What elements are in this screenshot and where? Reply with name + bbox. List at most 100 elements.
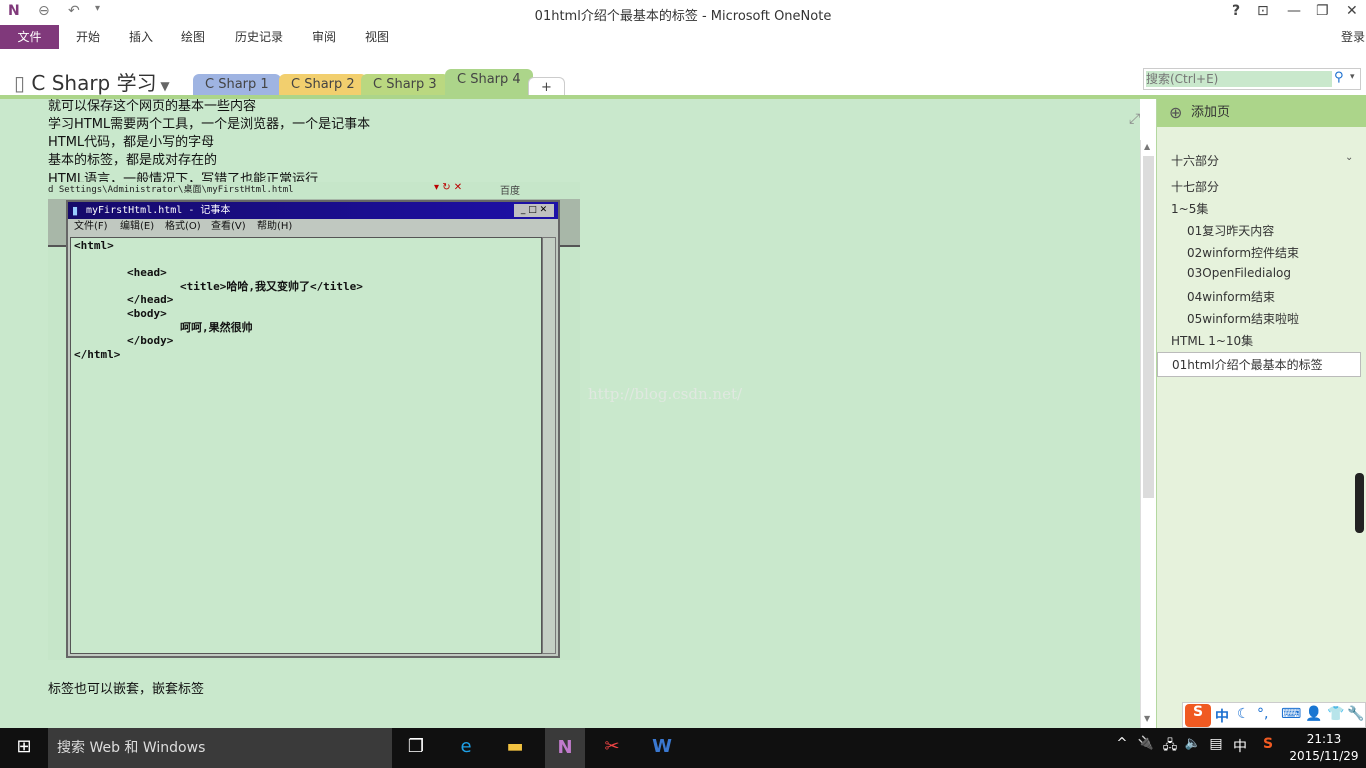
tab-history[interactable]: 历史记录 bbox=[235, 25, 283, 49]
taskbar-search[interactable]: 搜索 Web 和 Windows bbox=[48, 728, 392, 768]
watermark: http://blog.csdn.net/ bbox=[588, 385, 743, 403]
onenote-taskbar-icon[interactable]: N bbox=[545, 728, 585, 768]
notebook-icon: ▯ bbox=[14, 71, 32, 95]
keyboard-icon[interactable]: ⌨ bbox=[1281, 706, 1301, 722]
minimize-icon[interactable]: — bbox=[1287, 3, 1301, 19]
page-item[interactable]: 01复习昨天内容 bbox=[1187, 222, 1274, 239]
section-tab-4[interactable]: C Sharp 4 bbox=[445, 69, 533, 96]
notepad-menu-view: 查看(V) bbox=[211, 221, 246, 232]
notepad-title: myFirstHtml.html - 记事本 bbox=[68, 202, 558, 219]
fullscreen-icon[interactable]: ⊡ bbox=[1257, 3, 1269, 19]
page-item[interactable]: 05winform结束啦啦 bbox=[1187, 310, 1299, 327]
notepad-menu-help: 帮助(H) bbox=[257, 221, 293, 232]
sogou-tray-icon[interactable]: S bbox=[1256, 736, 1280, 760]
page-item[interactable]: 十七部分 bbox=[1171, 178, 1219, 195]
search-icon[interactable]: ⚲ bbox=[1334, 70, 1344, 85]
scroll-thumb[interactable] bbox=[1143, 156, 1154, 498]
moon-icon[interactable]: ☾ bbox=[1237, 706, 1250, 722]
note-line: 基本的标签，都是成对存在的 bbox=[48, 153, 218, 168]
notepad-scrollbar bbox=[542, 237, 556, 654]
scroll-up-icon[interactable]: ▲ bbox=[1144, 142, 1150, 151]
help-button[interactable]: ? bbox=[1232, 3, 1240, 19]
ime-toolbar: S 中 ☾ °, ⌨ 👤 👕 🔧 bbox=[1182, 702, 1366, 728]
add-page-label: 添加页 bbox=[1191, 105, 1231, 120]
search-input[interactable] bbox=[1146, 71, 1332, 87]
expand-icon[interactable]: ⤢ bbox=[1129, 111, 1140, 127]
notebook-selector[interactable]: ▯ C Sharp 学习 ▼ bbox=[14, 67, 170, 96]
section-tab-1[interactable]: C Sharp 1 bbox=[193, 74, 281, 96]
volume-icon[interactable]: 🔈 bbox=[1181, 736, 1205, 760]
notebook-bar: ▯ C Sharp 学习 ▼ C Sharp 1 C Sharp 2 C Sha… bbox=[0, 49, 1366, 97]
notepad-menu-edit: 编辑(E) bbox=[120, 221, 155, 232]
page-item[interactable]: 04winform结束 bbox=[1187, 288, 1275, 305]
tab-view[interactable]: 视图 bbox=[365, 25, 389, 49]
section-tab-3[interactable]: C Sharp 3 bbox=[361, 74, 449, 96]
notepad-menu: 文件(F) 编辑(E) 格式(O) 查看(V) 帮助(H) bbox=[68, 219, 558, 235]
pane-scrollbar[interactable] bbox=[1355, 473, 1364, 533]
word-icon[interactable]: W bbox=[650, 736, 674, 760]
notepad-text: <html> <head> <title>哈哈,我又变帅了</title> </… bbox=[70, 237, 542, 654]
collapse-chevron-icon[interactable]: ⌄ bbox=[1345, 152, 1353, 163]
clock[interactable]: 21:13 2015/11/29 bbox=[1284, 731, 1364, 765]
notebook-name: C Sharp 学习 bbox=[31, 71, 157, 95]
add-page-button[interactable]: ⊕ 添加页 bbox=[1157, 99, 1366, 127]
page-item-selected[interactable]: 01html介绍个最基本的标签 bbox=[1157, 352, 1361, 377]
notepad-menu-format: 格式(O) bbox=[165, 221, 201, 232]
ribbon-tabs: 文件 开始 插入 绘图 历史记录 审阅 视图 登录 bbox=[0, 25, 1366, 49]
sign-in-link[interactable]: 登录 bbox=[1341, 25, 1365, 49]
baidu-label: 百度 bbox=[500, 186, 520, 197]
network-icon[interactable]: 🖧 bbox=[1158, 736, 1182, 760]
page-item[interactable]: HTML 1~10集 bbox=[1171, 332, 1253, 349]
note-canvas[interactable]: 就可以保存这个网页的基本一些内容 学习HTML需要两个工具，一个是浏览器，一个是… bbox=[0, 99, 1140, 728]
plus-circle-icon: ⊕ bbox=[1169, 103, 1183, 122]
window-title: 01html介绍个最基本的标签 - Microsoft OneNote bbox=[534, 9, 832, 24]
wrench-icon[interactable]: 🔧 bbox=[1347, 706, 1364, 722]
power-icon[interactable]: 🔌 bbox=[1134, 736, 1158, 760]
clock-date: 2015/11/29 bbox=[1289, 749, 1359, 763]
note-line: HTML代码，都是小写的字母 bbox=[48, 135, 215, 150]
page-item[interactable]: 十六部分 bbox=[1171, 152, 1219, 169]
close-icon[interactable]: ✕ bbox=[1346, 3, 1358, 19]
action-center-icon[interactable]: ▤ bbox=[1204, 736, 1228, 760]
tab-file[interactable]: 文件 bbox=[0, 25, 59, 49]
note-line: 学习HTML需要两个工具，一个是浏览器，一个是记事本 bbox=[48, 117, 371, 132]
tab-review[interactable]: 审阅 bbox=[312, 25, 336, 49]
page-list-pane: ⊕ 添加页 十六部分 ⌄ 十七部分 1~5集 01复习昨天内容 02winform… bbox=[1156, 99, 1366, 728]
embedded-screenshot[interactable]: d Settings\Administrator\桌面\myFirstHtml.… bbox=[48, 182, 580, 660]
search-box[interactable]: ⚲ ▾ bbox=[1143, 68, 1361, 90]
page-item[interactable]: 02winform控件结束 bbox=[1187, 244, 1299, 261]
tab-draw[interactable]: 绘图 bbox=[181, 25, 205, 49]
clock-time: 21:13 bbox=[1306, 732, 1342, 746]
scroll-down-icon[interactable]: ▼ bbox=[1144, 714, 1150, 723]
show-hidden-icons-icon[interactable]: ^ bbox=[1110, 736, 1134, 760]
input-language[interactable]: 中 bbox=[1228, 736, 1252, 760]
file-explorer-icon[interactable]: ▬ bbox=[503, 736, 527, 760]
notepad-window: myFirstHtml.html - 记事本 ▮ _ □ ✕ 文件(F) 编辑(… bbox=[66, 200, 560, 658]
chevron-down-icon: ▼ bbox=[156, 79, 170, 93]
tab-home[interactable]: 开始 bbox=[76, 25, 100, 49]
skin-icon[interactable]: 👕 bbox=[1327, 706, 1344, 722]
note-line-last: 标签也可以嵌套，嵌套标签 bbox=[48, 682, 205, 697]
edge-icon[interactable]: e bbox=[454, 736, 478, 760]
add-section-button[interactable]: + bbox=[528, 77, 565, 96]
ime-mode[interactable]: 中 bbox=[1215, 706, 1229, 726]
taskbar: ⊞ 搜索 Web 和 Windows ❐ e ▬ N ✂ W ^ 🔌 🖧 🔈 ▤… bbox=[0, 728, 1366, 768]
page-item[interactable]: 1~5集 bbox=[1171, 200, 1208, 217]
task-view-icon[interactable]: ❐ bbox=[404, 736, 428, 760]
punctuation-icon[interactable]: °, bbox=[1257, 706, 1268, 722]
title-bar: N ⊖ ↶ ▾ 01html介绍个最基本的标签 - Microsoft OneN… bbox=[0, 0, 1366, 25]
search-scope-dropdown-icon[interactable]: ▾ bbox=[1350, 72, 1355, 82]
restore-icon[interactable]: ❐ bbox=[1316, 3, 1329, 19]
section-tab-2[interactable]: C Sharp 2 bbox=[279, 74, 367, 96]
app-taskbar-icon[interactable]: ✂ bbox=[600, 736, 624, 760]
notepad-menu-file: 文件(F) bbox=[74, 221, 108, 232]
user-icon[interactable]: 👤 bbox=[1305, 706, 1322, 722]
note-line: 就可以保存这个网页的基本一些内容 bbox=[48, 99, 257, 114]
windows-start-icon[interactable]: ⊞ bbox=[12, 736, 36, 760]
tab-insert[interactable]: 插入 bbox=[129, 25, 153, 49]
stop-icon: ▾ ↻ ✕ bbox=[434, 182, 463, 193]
notepad-icon: ▮ bbox=[72, 204, 79, 217]
vertical-scrollbar[interactable]: ▲ ▼ bbox=[1140, 140, 1156, 728]
page-item[interactable]: 03OpenFiledialog bbox=[1187, 266, 1291, 280]
notepad-window-controls-icon: _ □ ✕ bbox=[514, 204, 554, 217]
